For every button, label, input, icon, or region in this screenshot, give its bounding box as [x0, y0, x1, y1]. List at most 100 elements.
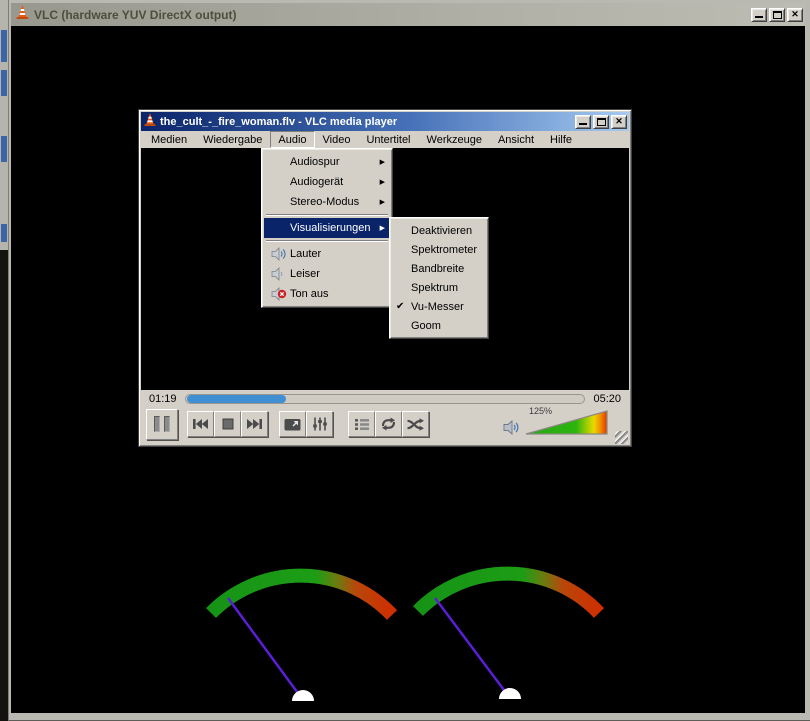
menu-bar: Medien Wiedergabe Audio Video Untertitel…	[141, 131, 629, 148]
background-window-edge	[0, 0, 8, 721]
volume-zone: 125%	[503, 408, 625, 441]
pause-icon	[164, 416, 170, 432]
close-icon: ✕	[791, 10, 799, 19]
submenu-item-label: Spektrum	[411, 282, 458, 294]
vlc-cone-icon	[143, 112, 157, 132]
menu-item-leiser[interactable]: Leiser	[264, 264, 390, 284]
main-window-controls: ✕	[751, 8, 803, 22]
pause-icon	[154, 416, 160, 432]
submenu-item-goom[interactable]: Goom	[392, 316, 486, 335]
submenu-item-label: Vu-Messer	[411, 301, 464, 313]
background-window-fragment	[1, 70, 7, 96]
player-window-controls: ✕	[575, 115, 627, 129]
submenu-item-vu-messer[interactable]: ✔ Vu-Messer	[392, 297, 486, 316]
minimize-button[interactable]	[751, 8, 767, 22]
menu-item-visualisierungen[interactable]: Visualisierungen ▶	[264, 218, 390, 238]
menu-item-label: Audiospur	[290, 156, 340, 168]
menu-separator	[266, 240, 388, 242]
equalizer-icon	[311, 417, 329, 431]
submenu-arrow-icon: ▶	[380, 178, 386, 186]
vu-meter-left	[193, 552, 413, 702]
menu-werkzeuge[interactable]: Werkzeuge	[419, 131, 490, 148]
submenu-item-bandbreite[interactable]: Bandbreite	[392, 259, 486, 278]
extended-settings-button[interactable]	[306, 411, 333, 437]
loop-button[interactable]	[375, 411, 402, 437]
background-window-fragment	[1, 30, 7, 62]
stop-button[interactable]	[214, 411, 241, 437]
vu-arc	[211, 576, 392, 615]
menu-item-label: Audiogerät	[290, 176, 343, 188]
submenu-arrow-icon: ▶	[380, 158, 386, 166]
menu-wiedergabe[interactable]: Wiedergabe	[195, 131, 270, 148]
menu-separator	[266, 214, 388, 216]
minimize-button[interactable]	[575, 115, 591, 129]
menu-item-label: Leiser	[290, 268, 320, 280]
volume-down-icon	[268, 267, 290, 281]
player-video-area: Audiospur ▶ Audiogerät ▶ Stereo-Modus ▶ …	[141, 148, 629, 390]
close-button[interactable]: ✕	[611, 115, 627, 129]
vu-pivot	[292, 690, 314, 701]
pause-button[interactable]	[146, 409, 178, 440]
previous-button[interactable]	[187, 411, 214, 437]
vlc-player-window: the_cult_-_fire_woman.flv - VLC media pl…	[138, 109, 632, 447]
seek-bar[interactable]	[185, 394, 586, 404]
seek-progress	[187, 395, 287, 403]
mute-icon	[268, 287, 290, 301]
maximize-button[interactable]	[593, 115, 609, 129]
close-button[interactable]: ✕	[787, 8, 803, 22]
volume-level: 125%	[529, 406, 552, 416]
total-time: 05:20	[593, 393, 621, 405]
next-button[interactable]	[241, 411, 268, 437]
player-titlebar[interactable]: the_cult_-_fire_woman.flv - VLC media pl…	[141, 112, 629, 131]
menu-item-label: Stereo-Modus	[290, 196, 359, 208]
playlist-button[interactable]	[348, 411, 375, 437]
menu-item-ton-aus[interactable]: Ton aus	[264, 284, 390, 304]
submenu-item-label: Deaktivieren	[411, 225, 472, 237]
menu-ansicht[interactable]: Ansicht	[490, 131, 542, 148]
previous-icon	[192, 418, 209, 430]
vlc-cone-icon	[15, 4, 30, 25]
menu-audio[interactable]: Audio	[270, 131, 314, 148]
playlist-icon	[354, 418, 370, 431]
menu-item-label: Lauter	[290, 248, 321, 260]
vu-arc	[418, 574, 599, 613]
submenu-item-spektrometer[interactable]: Spektrometer	[392, 240, 486, 259]
menu-item-audiogeraet[interactable]: Audiogerät ▶	[264, 172, 390, 192]
resize-grip[interactable]	[615, 431, 628, 444]
submenu-item-deaktivieren[interactable]: Deaktivieren	[392, 221, 486, 240]
close-icon: ✕	[615, 117, 623, 126]
menu-medien[interactable]: Medien	[143, 131, 195, 148]
player-window-title: the_cult_-_fire_woman.flv - VLC media pl…	[160, 116, 572, 128]
main-window-title: VLC (hardware YUV DirectX output)	[34, 8, 747, 22]
fullscreen-button[interactable]	[279, 411, 306, 437]
maximize-button[interactable]	[769, 8, 785, 22]
menu-item-audiospur[interactable]: Audiospur ▶	[264, 152, 390, 172]
transport-controls: 125%	[141, 407, 629, 444]
submenu-item-spektrum[interactable]: Spektrum	[392, 278, 486, 297]
menu-video[interactable]: Video	[315, 131, 359, 148]
submenu-item-label: Goom	[411, 320, 441, 332]
submenu-arrow-icon: ▶	[380, 224, 386, 232]
menu-item-stereo-modus[interactable]: Stereo-Modus ▶	[264, 192, 390, 212]
background-window-fragment	[1, 224, 7, 242]
volume-up-icon	[268, 247, 290, 261]
vu-needle	[435, 598, 510, 698]
shuffle-icon	[406, 418, 425, 431]
elapsed-time: 01:19	[149, 393, 177, 405]
next-icon	[246, 418, 263, 430]
stop-icon	[222, 418, 234, 430]
control-panel: 01:19 05:20	[141, 390, 629, 444]
vu-meter-right	[400, 550, 620, 700]
speaker-icon	[503, 419, 521, 441]
menu-item-lauter[interactable]: Lauter	[264, 244, 390, 264]
fullscreen-icon	[284, 418, 301, 431]
shuffle-button[interactable]	[402, 411, 429, 437]
menu-hilfe[interactable]: Hilfe	[542, 131, 580, 148]
maximize-icon	[773, 11, 782, 19]
submenu-arrow-icon: ▶	[380, 198, 386, 206]
audio-dropdown-menu: Audiospur ▶ Audiogerät ▶ Stereo-Modus ▶ …	[261, 148, 393, 308]
menu-untertitel[interactable]: Untertitel	[358, 131, 418, 148]
main-window-titlebar[interactable]: VLC (hardware YUV DirectX output) ✕	[11, 3, 805, 26]
submenu-item-label: Spektrometer	[411, 244, 477, 256]
maximize-icon	[597, 118, 606, 126]
